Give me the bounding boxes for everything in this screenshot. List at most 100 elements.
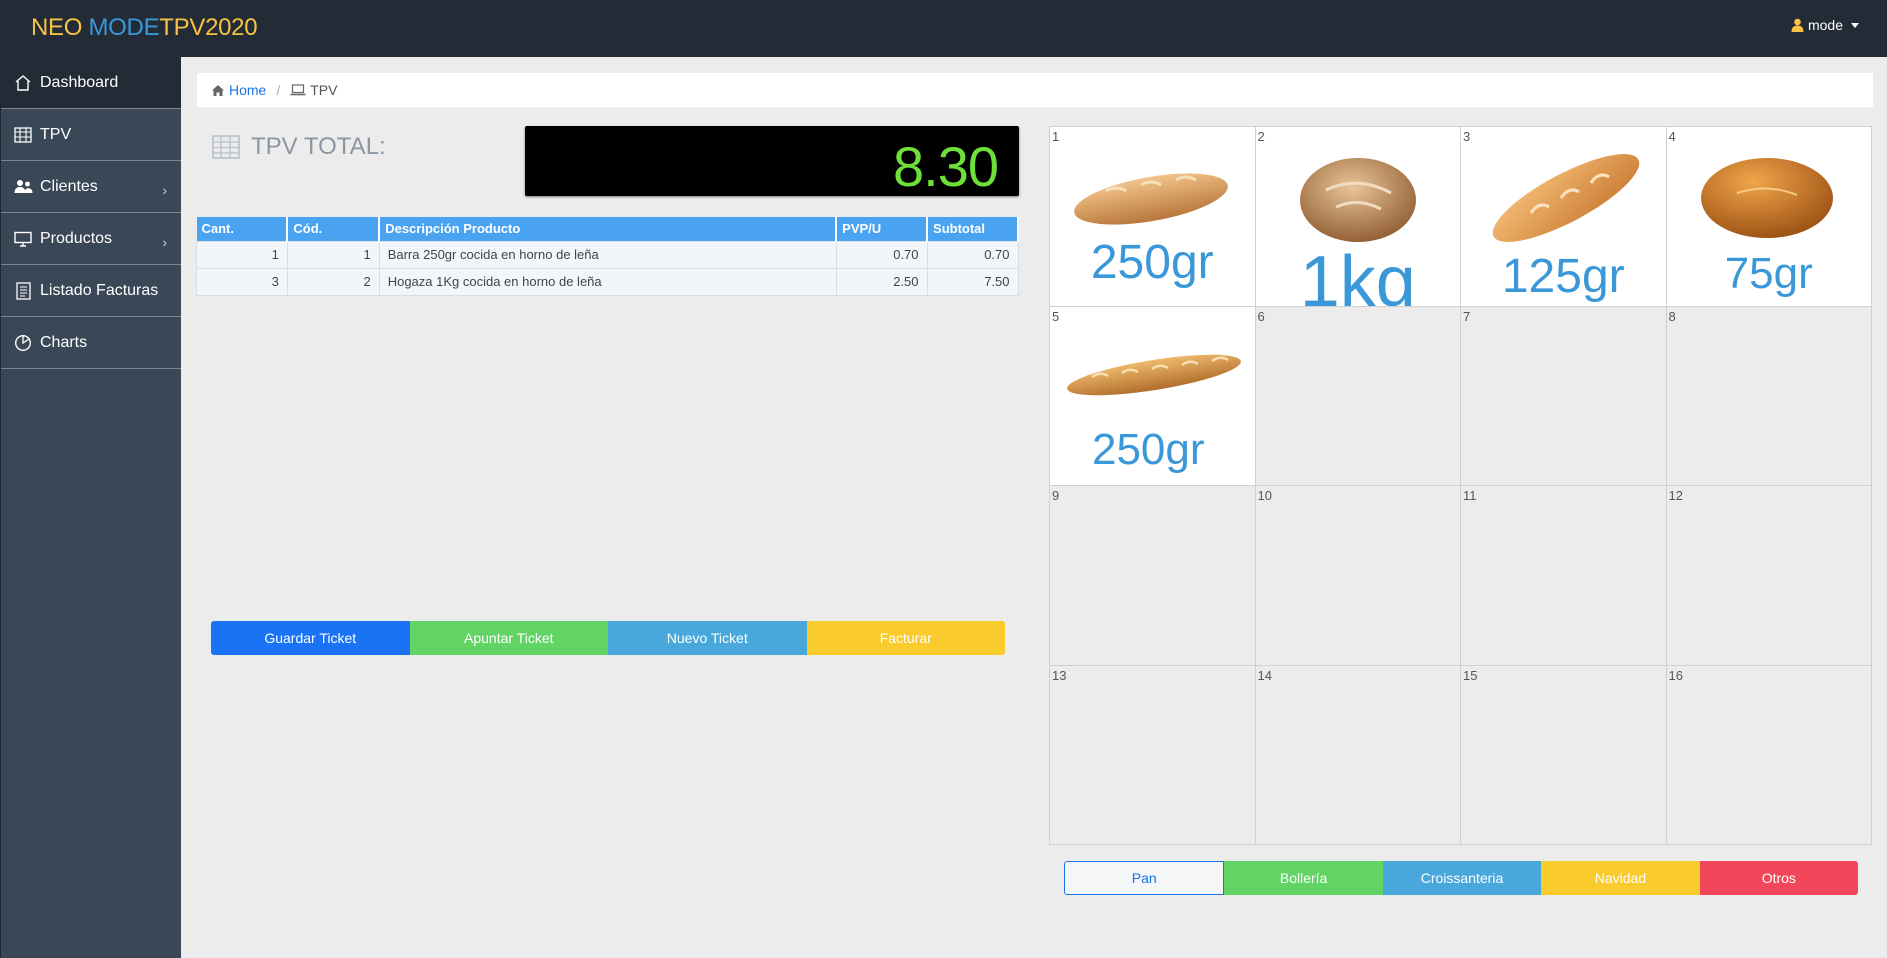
cell-descripcion: Hogaza 1Kg cocida en horno de leña xyxy=(378,267,837,296)
category-navidad-button[interactable]: Navidad xyxy=(1541,861,1700,895)
home-icon xyxy=(13,73,33,93)
cell-descripcion: Barra 250gr cocida en horno de leña xyxy=(378,240,837,269)
nuevo-ticket-button[interactable]: Nuevo Ticket xyxy=(608,621,807,655)
product-tile-4[interactable]: 4 75gr xyxy=(1666,127,1872,307)
tile-index: 6 xyxy=(1257,308,1265,324)
guardar-ticket-button[interactable]: Guardar Ticket xyxy=(211,621,410,655)
sidebar-item-label: Listado Facturas xyxy=(40,281,159,299)
product-tile-9[interactable]: 9 xyxy=(1050,486,1256,666)
apuntar-ticket-button[interactable]: Apuntar Ticket xyxy=(409,621,608,655)
total-amount: 8.30 xyxy=(893,135,999,198)
breadcrumb-separator: / xyxy=(276,82,281,98)
laptop-icon xyxy=(290,84,306,96)
bread-roll-image xyxy=(1700,158,1833,238)
cell-cant: 3 xyxy=(196,267,288,296)
cell-pvp: 2.50 xyxy=(835,267,928,296)
user-menu[interactable]: mode xyxy=(1791,17,1859,33)
tile-index: 14 xyxy=(1257,667,1272,683)
users-icon xyxy=(13,177,33,197)
category-pan-button[interactable]: Pan xyxy=(1064,861,1225,895)
tile-index: 8 xyxy=(1668,308,1676,324)
sidebar-item-charts[interactable]: Charts xyxy=(1,317,181,369)
tile-index: 11 xyxy=(1463,488,1477,503)
tile-index: 12 xyxy=(1668,488,1683,503)
column-header-pvp[interactable]: PVP/U xyxy=(836,217,929,241)
breadcrumb-home-link[interactable]: Home xyxy=(229,82,266,98)
brand-logo[interactable]: NEO MODETPV2020 xyxy=(31,14,258,42)
ticket-action-group: Guardar Ticket Apuntar Ticket Nuevo Tick… xyxy=(211,621,1005,655)
cell-subtotal: 7.50 xyxy=(926,267,1019,296)
category-button-group: Pan Bollería Croissanteria Navidad Otros xyxy=(1064,861,1858,895)
breadcrumb-current: TPV xyxy=(310,82,338,98)
sidebar-item-label: Dashboard xyxy=(40,73,119,91)
tile-index: 9 xyxy=(1052,488,1060,503)
brand-part-mode: MODE xyxy=(88,14,160,41)
tile-index: 16 xyxy=(1668,667,1683,683)
cell-subtotal: 0.70 xyxy=(926,240,1019,269)
column-header-cant[interactable]: Cant. xyxy=(196,217,289,241)
sidebar-item-label: Charts xyxy=(40,333,88,351)
product-tile-15[interactable]: 15 xyxy=(1461,665,1667,845)
tpv-total-heading: TPV TOTAL: xyxy=(212,133,386,161)
brand-part-neo: NEO xyxy=(31,14,89,41)
total-display: 8.30 xyxy=(525,126,1019,198)
product-tile-7[interactable]: 7 xyxy=(1461,306,1667,486)
sidebar-item-tpv[interactable]: TPV xyxy=(1,109,181,161)
table-header-row: Cant. Cód. Descripción Producto PVP/U Su… xyxy=(196,217,1019,241)
table-icon xyxy=(13,125,33,145)
product-tile-1[interactable]: 1 250gr xyxy=(1050,127,1256,307)
pie-chart-icon xyxy=(13,333,33,353)
category-croissanteria-button[interactable]: Croissanteria xyxy=(1382,861,1542,895)
category-bolleria-button[interactable]: Bollería xyxy=(1224,861,1383,895)
sidebar-item-productos[interactable]: Productos › xyxy=(1,213,181,265)
product-tile-14[interactable]: 14 xyxy=(1255,665,1461,845)
product-tile-16[interactable]: 16 xyxy=(1666,665,1872,845)
column-header-cod[interactable]: Cód. xyxy=(287,217,381,241)
product-tile-12[interactable]: 12 xyxy=(1666,486,1872,666)
product-weight: 1kg xyxy=(1299,242,1416,307)
round-loaf-image xyxy=(1299,158,1416,242)
top-navbar: NEO MODETPV2020 mode xyxy=(0,0,1887,57)
table-row[interactable]: 1 1 Barra 250gr cocida en horno de leña … xyxy=(196,240,1019,269)
product-tile-3[interactable]: 3 125gr xyxy=(1461,127,1667,307)
table-row[interactable]: 3 2 Hogaza 1Kg cocida en horno de leña 2… xyxy=(196,267,1019,296)
sidebar-item-label: TPV xyxy=(40,125,72,143)
brand-part-tpv: TPV2020 xyxy=(159,14,258,41)
cell-cod: 2 xyxy=(286,267,380,296)
tpv-total-label: TPV TOTAL: xyxy=(251,133,386,160)
product-weight: 250gr xyxy=(1090,236,1214,289)
tile-index: 10 xyxy=(1257,488,1272,503)
chevron-right-icon: › xyxy=(162,234,167,250)
column-header-descripcion[interactable]: Descripción Producto xyxy=(379,217,838,241)
sidebar-item-label: Productos xyxy=(40,229,113,247)
tile-index: 2 xyxy=(1257,129,1265,144)
product-weight: 75gr xyxy=(1724,249,1813,298)
user-icon xyxy=(1791,18,1804,32)
sidebar-item-dashboard[interactable]: Dashboard xyxy=(1,57,181,109)
product-weight: 125gr xyxy=(1501,250,1625,303)
product-tile-10[interactable]: 10 xyxy=(1255,486,1461,666)
breadcrumb: Home / TPV xyxy=(197,73,1873,107)
product-tile-8[interactable]: 8 xyxy=(1666,306,1872,486)
column-header-subtotal[interactable]: Subtotal xyxy=(927,217,1019,241)
product-tile-5[interactable]: 5 250gr xyxy=(1050,306,1256,486)
tile-index: 1 xyxy=(1052,129,1060,144)
baguette-image xyxy=(1074,173,1228,225)
product-tile-13[interactable]: 13 xyxy=(1050,665,1256,845)
sidebar-item-listado-facturas[interactable]: Listado Facturas xyxy=(1,265,181,317)
document-icon xyxy=(13,281,33,301)
facturar-button[interactable]: Facturar xyxy=(806,621,1005,655)
product-weight: 250gr xyxy=(1091,424,1205,474)
category-otros-button[interactable]: Otros xyxy=(1699,861,1858,895)
product-tile-2[interactable]: 2 1kg xyxy=(1255,127,1461,307)
product-tile-11[interactable]: 11 xyxy=(1461,486,1667,666)
tile-index: 3 xyxy=(1463,129,1471,144)
tile-index: 5 xyxy=(1052,308,1060,324)
product-tile-6[interactable]: 6 xyxy=(1255,306,1461,486)
product-grid: 1 250gr 2 1kg 3 125gr 4 75gr 5 250gr 6 7… xyxy=(1049,126,1872,845)
monitor-icon xyxy=(13,229,33,249)
sidebar-item-clientes[interactable]: Clientes › xyxy=(1,161,181,213)
tile-index: 4 xyxy=(1668,129,1676,144)
ticket-table: Cant. Cód. Descripción Producto PVP/U Su… xyxy=(196,217,1019,296)
baguette-image xyxy=(1492,154,1640,242)
